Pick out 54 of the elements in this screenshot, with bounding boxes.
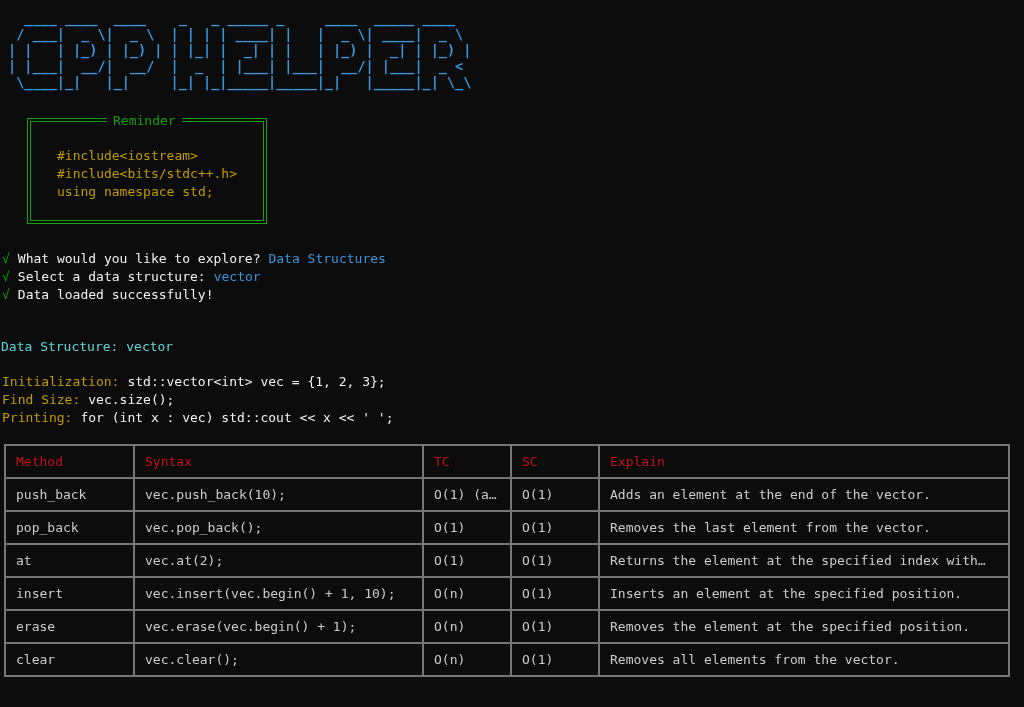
table-cell: vec.clear();	[134, 643, 423, 676]
table-cell: O(1)	[511, 478, 599, 511]
table-cell: Removes the element at the specified position.	[599, 610, 1009, 643]
table-cell: Returns the element at the specified index with…	[599, 544, 1009, 577]
code-line: using namespace std;	[57, 183, 215, 201]
detail-label: Initialization:	[2, 373, 120, 391]
prompt-text: What would you like to explore?	[17, 250, 261, 268]
table-cell: O(1)	[423, 511, 511, 544]
table-cell: O(1)	[511, 643, 599, 676]
table-cell: O(1)	[511, 610, 599, 643]
prompt-text: Select a data structure:	[17, 268, 206, 286]
section-heading: Data Structure: vector	[0, 338, 174, 356]
table-cell: vec.insert(vec.begin() + 1, 10);	[134, 577, 423, 610]
table-cell: clear	[5, 643, 134, 676]
check-mark: √	[2, 286, 10, 304]
table-cell: erase	[5, 610, 134, 643]
table-cell: O(1)	[511, 577, 599, 610]
column-header: TC	[423, 445, 511, 478]
table-cell: O(1)	[511, 544, 599, 577]
table-cell: Removes the last element from the vector.	[599, 511, 1009, 544]
column-header: Explain	[599, 445, 1009, 478]
table-cell: push_back	[5, 478, 134, 511]
table-cell: Removes all elements from the vector.	[599, 643, 1009, 676]
code-line: #include<iostream>	[57, 147, 199, 165]
table-cell: vec.pop_back();	[134, 511, 423, 544]
table-cell: O(n)	[423, 610, 511, 643]
column-header: SC	[511, 445, 599, 478]
table-cell: O(1) (a…	[423, 478, 511, 511]
prompt-text: Data loaded successfully!	[17, 286, 214, 304]
table-cell: vec.erase(vec.begin() + 1);	[134, 610, 423, 643]
check-mark: √	[2, 268, 10, 286]
detail-value: vec.size();	[88, 391, 175, 409]
table-cell: vec.at(2);	[134, 544, 423, 577]
table-cell: O(n)	[423, 643, 511, 676]
code-line: #include<bits/stdc++.h>	[57, 165, 238, 183]
banner-title: ____ ____ ____ _ _ _____ _ ____ _____ ____ / ___| _ \| _ \ | | | | ____| | | _ \| ____| _ \ | | | |_) | |_) | | |_| | _| | | | |_) | _| | |_) | | |___| __/| __/ | _ | |___| |___| __/| |___| _ < \____|_| |_| |_| |_|_____|_____|_| |_____|_| \_\	[8, 10, 472, 90]
column-header: Method	[5, 445, 134, 478]
table-cell: O(1)	[423, 544, 511, 577]
table-cell: Inserts an element at the specified position.	[599, 577, 1009, 610]
detail-value: for (int x : vec) std::cout << x << ' ';	[80, 409, 394, 427]
column-header: Syntax	[134, 445, 423, 478]
check-mark: √	[2, 250, 10, 268]
table-cell: pop_back	[5, 511, 134, 544]
table-cell: Adds an element at the end of the vector.	[599, 478, 1009, 511]
detail-label: Printing:	[2, 409, 73, 427]
detail-label: Find Size:	[2, 391, 81, 409]
prompt-answer: vector	[213, 268, 261, 286]
table-cell: O(1)	[511, 511, 599, 544]
table-cell: insert	[5, 577, 134, 610]
table-cell: O(n)	[423, 577, 511, 610]
prompt-answer: Data Structures	[268, 250, 386, 268]
detail-value: std::vector<int> vec = {1, 2, 3};	[127, 373, 386, 391]
table-cell: at	[5, 544, 134, 577]
table-cell: vec.push_back(10);	[134, 478, 423, 511]
